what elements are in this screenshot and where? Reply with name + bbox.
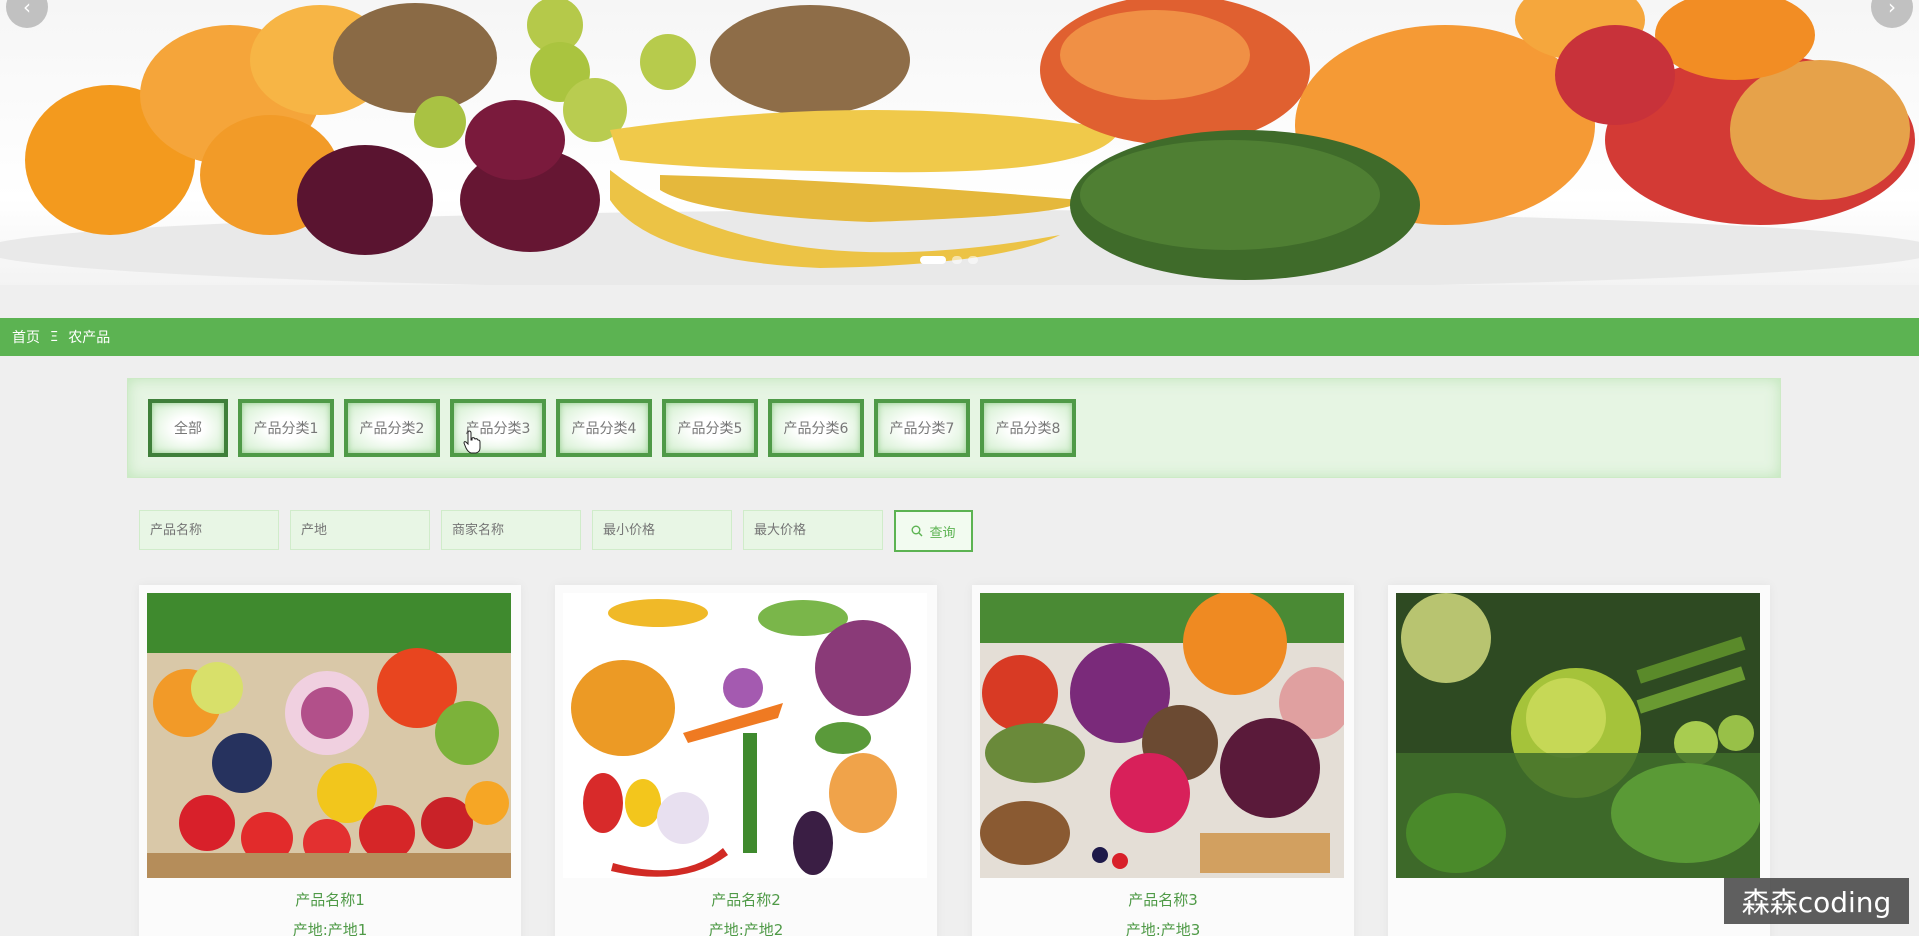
product-image[interactable] (1396, 593, 1760, 878)
search-form: 查询 (139, 510, 973, 552)
chevron-left-icon: ‹ (23, 0, 31, 19)
breadcrumb-separator: Ξ (50, 329, 59, 345)
category-button-7[interactable]: 产品分类7 (874, 399, 970, 457)
product-origin (1388, 915, 1770, 936)
product-image[interactable] (980, 593, 1344, 878)
min-price-input[interactable] (592, 510, 732, 550)
search-icon (911, 525, 923, 537)
category-button-5[interactable]: 产品分类5 (662, 399, 758, 457)
category-button-4[interactable]: 产品分类4 (556, 399, 652, 457)
page: ‹ › 首页 Ξ 农产品 全部 产品分类1 产品分类2 产品分类3 产品分类4 … (0, 0, 1919, 936)
max-price-input[interactable] (743, 510, 883, 550)
banner-fruit-image (0, 0, 1919, 285)
carousel-dot[interactable] (968, 256, 978, 264)
hand-cursor-icon (463, 430, 481, 454)
product-name[interactable]: 产品名称3 (972, 885, 1354, 915)
product-card[interactable]: 产品名称1 产地:产地1 (139, 585, 521, 936)
product-name-input[interactable] (139, 510, 279, 550)
product-name[interactable]: 产品名称2 (555, 885, 937, 915)
product-origin: 产地:产地2 (708, 921, 784, 936)
search-button-label: 查询 (929, 525, 956, 541)
breadcrumb-current: 农产品 (68, 330, 111, 346)
search-button[interactable]: 查询 (894, 510, 973, 552)
category-filter-bar: 全部 产品分类1 产品分类2 产品分类3 产品分类4 产品分类5 产品分类6 产… (127, 378, 1781, 478)
category-button-2[interactable]: 产品分类2 (344, 399, 440, 457)
carousel-indicators (920, 256, 978, 264)
product-origin: 产地:产地1 (292, 921, 368, 936)
product-origin: 产地:产地3 (1125, 921, 1201, 936)
chevron-right-icon: › (1888, 0, 1896, 19)
carousel-dot[interactable] (920, 256, 946, 264)
banner-carousel[interactable]: ‹ › (0, 0, 1919, 285)
category-button-8[interactable]: 产品分类8 (980, 399, 1076, 457)
product-image[interactable] (147, 593, 511, 878)
product-card[interactable]: 产品名称3 产地:产地3 (972, 585, 1354, 936)
breadcrumb: 首页 Ξ 农产品 (0, 318, 1919, 356)
product-card[interactable]: 产品名称2 产地:产地2 (555, 585, 937, 936)
product-image[interactable] (563, 593, 927, 878)
merchant-name-input[interactable] (441, 510, 581, 550)
carousel-dot[interactable] (952, 256, 962, 264)
category-button-6[interactable]: 产品分类6 (768, 399, 864, 457)
product-card[interactable] (1388, 585, 1770, 936)
product-name[interactable] (1388, 885, 1770, 915)
origin-input[interactable] (290, 510, 430, 550)
watermark-label: 森森coding (1724, 878, 1909, 924)
breadcrumb-home-link[interactable]: 首页 (12, 327, 40, 347)
category-button-all[interactable]: 全部 (148, 399, 228, 457)
category-button-1[interactable]: 产品分类1 (238, 399, 334, 457)
product-name[interactable]: 产品名称1 (139, 885, 521, 915)
